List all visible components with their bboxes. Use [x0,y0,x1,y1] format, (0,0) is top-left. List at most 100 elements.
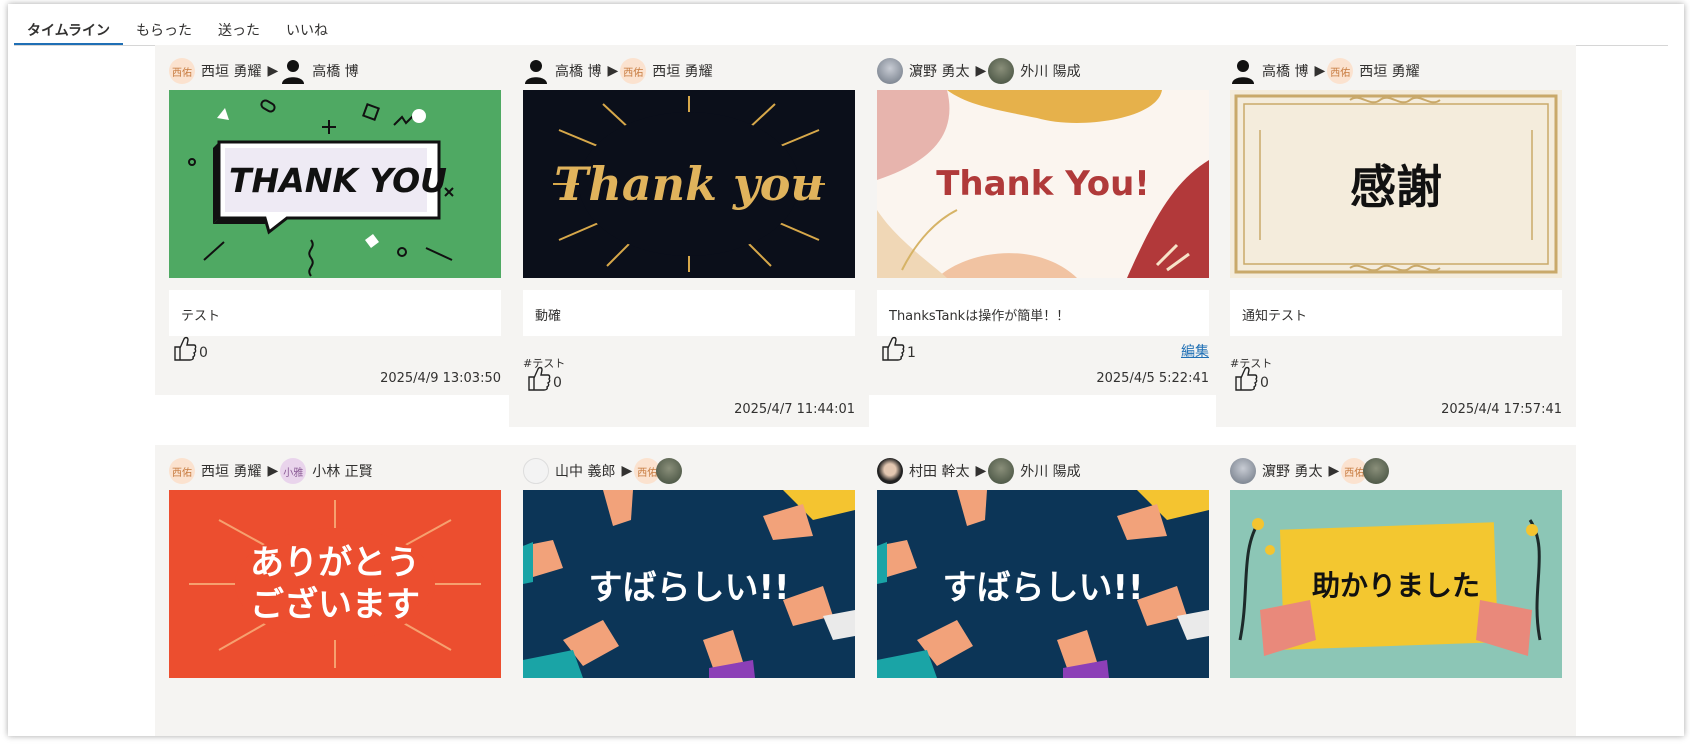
thumbs-up-icon [1235,366,1258,391]
thumbs-up-icon [528,366,551,391]
like-count: 0 [1260,375,1269,391]
recipient-name: 高橋 博 [312,64,359,80]
timestamp: 2025/4/4 17:57:41 [1441,402,1562,417]
recipient-avatar[interactable] [280,58,306,84]
card-image-text: THANK YOU [229,160,447,200]
tab-likes[interactable]: いいね [273,12,341,46]
card-image-text: Thank you [554,157,824,211]
sender-name: 濵野 勇太 [1262,464,1323,480]
thanks-card[interactable]: 西佑 西垣 勇耀 ▶ 高橋 博 THANK YOU テスト 0 2025/4/9… [155,45,515,395]
recipient-avatar[interactable]: 西佑 [1327,58,1354,84]
arrow-right-icon: ▶ [975,463,987,479]
card-message: 動確 [523,290,855,336]
timestamp: 2025/4/7 11:44:01 [734,402,855,417]
thanks-card[interactable]: 濵野 勇太 ▶ 外川 陽成 Thank You! ThanksTankは操作が簡… [863,45,1223,395]
sender-avatar[interactable]: 西佑 [169,458,195,484]
person-icon [1232,60,1254,84]
card-header: 山中 義郎 ▶ 西佑 [523,457,683,485]
sender-avatar[interactable]: 西佑 [169,58,195,84]
person-icon [282,60,305,84]
sender-name: 山中 義郎 [555,464,616,480]
sender-avatar[interactable] [523,58,549,84]
arrow-right-icon: ▶ [607,63,619,79]
sender-name: 高橋 博 [555,64,602,80]
sender-avatar[interactable] [1230,58,1256,84]
card-image: Thank You! [877,90,1209,278]
arrow-right-icon: ▶ [621,463,633,479]
like-button[interactable]: 0 [1234,365,1269,391]
card-image-text: ありがとう ございます [169,490,501,678]
arrow-right-icon: ▶ [1314,63,1326,79]
card-header: 高橋 博 ▶ 西佑 西垣 勇耀 [1230,57,1424,85]
thanks-card[interactable]: 高橋 博 ▶ 西佑 西垣 勇耀 Thank you 動確 #テスト 0 2025… [509,45,869,427]
person-icon [525,60,547,84]
card-image-text: Thank You! [936,164,1150,204]
card-message: テスト [169,290,501,336]
thanks-card[interactable]: 山中 義郎 ▶ 西佑 すばらしい!! [509,445,869,736]
arrow-right-icon: ▶ [975,63,987,79]
recipient-avatar-photo[interactable] [656,458,683,484]
card-image: 感謝 [1230,90,1562,278]
tab-timeline[interactable]: タイムライン [14,12,124,46]
like-count: 0 [199,345,208,361]
recipient-name: 小林 正賢 [312,464,373,480]
card-message: ThanksTankは操作が簡単！！ [877,290,1209,336]
arrow-right-icon: ▶ [267,463,279,479]
card-image: すばらしい!! [877,490,1209,678]
thumbs-up-icon [882,336,905,361]
sender-avatar[interactable] [1230,458,1256,484]
sender-avatar[interactable] [877,458,903,484]
thanks-card[interactable]: 西佑 西垣 勇耀 ▶ 小雅 小林 正賢 ありがとう ございます [155,445,515,736]
recipient-avatar[interactable]: 小雅 [280,458,307,484]
card-image-text: 感謝 [1350,160,1442,214]
card-header: 西佑 西垣 勇耀 ▶ 高橋 博 [169,57,363,85]
like-count: 0 [553,375,562,391]
recipient-avatar[interactable] [988,58,1015,84]
card-header: 高橋 博 ▶ 西佑 西垣 勇耀 [523,57,717,85]
sender-name: 高橋 博 [1262,64,1309,80]
sender-name: 村田 幹太 [909,464,970,480]
card-image: ありがとう ございます [169,490,501,678]
card-image-text-line1: ありがとう [250,543,420,583]
sender-name: 西垣 勇耀 [201,464,262,480]
tab-bar: タイムライン もらった 送った いいね [14,12,341,46]
like-button[interactable]: 0 [527,365,562,391]
recipient-name: 西垣 勇耀 [652,64,713,80]
card-message: 通知テスト [1230,290,1562,336]
thanks-card[interactable]: 高橋 博 ▶ 西佑 西垣 勇耀 感謝 通知テスト #テスト 0 2025/4/4… [1216,45,1576,427]
sender-avatar[interactable] [877,58,903,84]
card-image-text-line2: ございます [250,585,420,625]
thanks-card[interactable]: 濵野 勇太 ▶ 西佑 助かりました [1216,445,1576,736]
recipient-avatar[interactable] [988,458,1015,484]
card-header: 西佑 西垣 勇耀 ▶ 小雅 小林 正賢 [169,457,377,485]
card-image: すばらしい!! [523,490,855,678]
recipient-avatar[interactable]: 西佑 [620,58,647,84]
app-frame: タイムライン もらった 送った いいね 西佑 西垣 勇耀 ▶ 高橋 博 THAN… [8,4,1684,736]
recipient-name: 西垣 勇耀 [1359,64,1420,80]
card-image-text: 助かりました [1311,569,1480,602]
timestamp: 2025/4/5 5:22:41 [1096,371,1209,386]
sender-name: 濵野 勇太 [909,64,970,80]
card-image: THANK YOU [169,90,501,278]
tab-sent[interactable]: 送った [205,12,273,46]
arrow-right-icon: ▶ [267,63,279,79]
like-count: 1 [907,345,916,361]
arrow-right-icon: ▶ [1328,463,1340,479]
like-button[interactable]: 0 [173,335,208,361]
edit-link[interactable]: 編集 [1181,341,1209,361]
recipient-avatar-photo[interactable] [1363,458,1390,484]
recipient-name: 外川 陽成 [1020,64,1081,80]
card-image-text: すばらしい!! [588,567,790,608]
recipient-name: 外川 陽成 [1020,464,1081,480]
sender-avatar[interactable] [523,458,549,484]
timestamp: 2025/4/9 13:03:50 [380,371,501,386]
thanks-card[interactable]: 村田 幹太 ▶ 外川 陽成 すばらしい!! [863,445,1223,736]
card-header: 濵野 勇太 ▶ 西佑 [1230,457,1390,485]
tab-received[interactable]: もらった [123,12,205,46]
sender-name: 西垣 勇耀 [201,64,262,80]
like-button[interactable]: 1 [881,335,916,361]
thumbs-up-icon [174,336,197,361]
card-image: Thank you [523,90,855,278]
card-header: 濵野 勇太 ▶ 外川 陽成 [877,57,1085,85]
card-image-text: すばらしい!! [942,567,1144,608]
